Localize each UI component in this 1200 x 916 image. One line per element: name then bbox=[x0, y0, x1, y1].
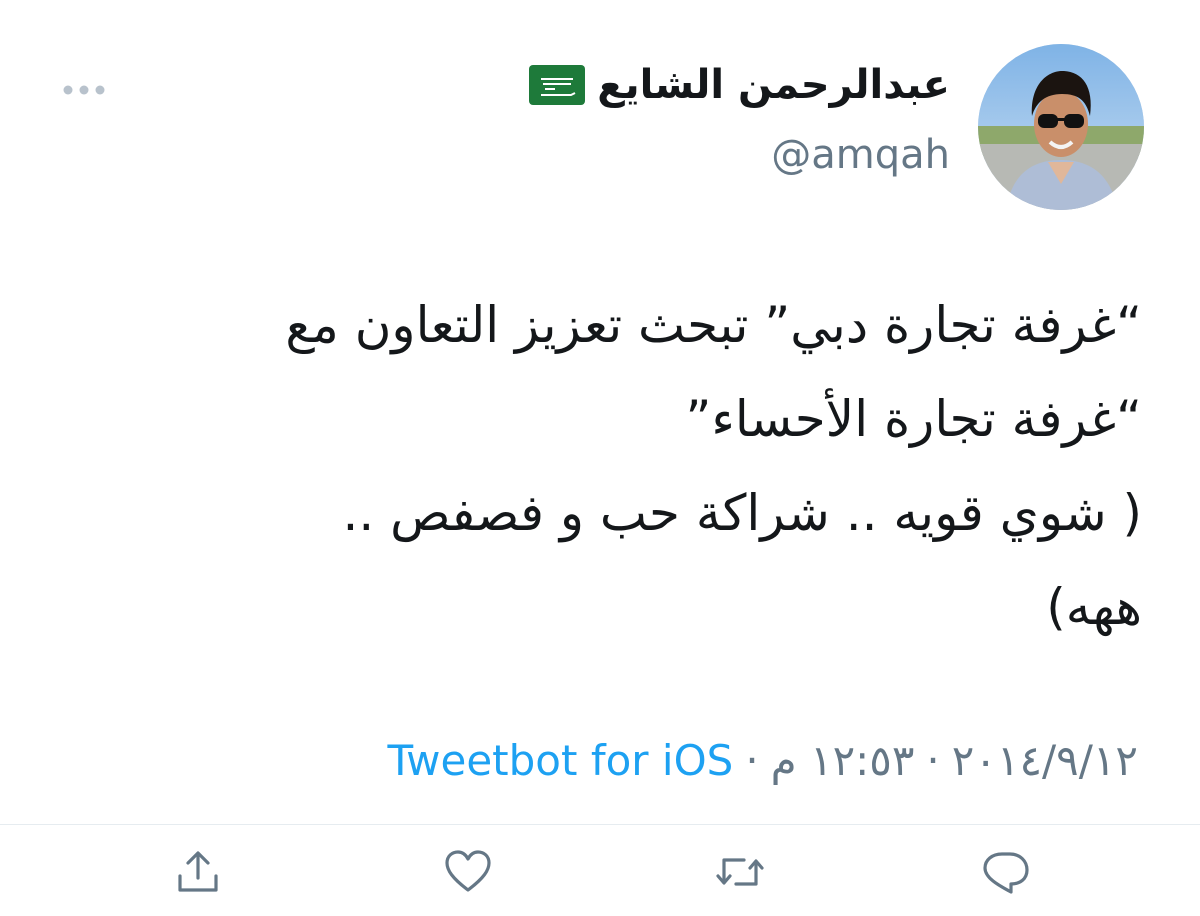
heart-icon bbox=[445, 850, 491, 892]
tweet-line: ههه) bbox=[1046, 578, 1142, 636]
display-name[interactable]: عبدالرحمن الشايع bbox=[597, 62, 950, 108]
meta-separator: · bbox=[745, 736, 759, 785]
divider bbox=[0, 824, 1200, 825]
retweet-icon bbox=[716, 858, 764, 886]
tweet-card: عبدالرحمن الشايع @amqah “غرفة تجارة دبي”… bbox=[0, 0, 1200, 916]
reply-button[interactable] bbox=[974, 842, 1038, 902]
tweet-date[interactable]: ٢٠١٤/٩/١٢ bbox=[952, 736, 1138, 785]
tweet-time[interactable]: ١٢:٥٣ م bbox=[771, 736, 915, 785]
tweet-line: “غرفة تجارة دبي” تبحث تعزيز التعاون مع bbox=[285, 296, 1142, 354]
user-handle[interactable]: @amqah bbox=[771, 132, 950, 178]
share-button[interactable] bbox=[166, 842, 230, 902]
saudi-arabia-flag-icon bbox=[529, 65, 586, 105]
author-name-row[interactable]: عبدالرحمن الشايع bbox=[529, 62, 950, 108]
tweet-actions bbox=[0, 842, 1200, 902]
tweet-line: “غرفة تجارة الأحساء” bbox=[685, 390, 1142, 448]
like-button[interactable] bbox=[436, 842, 500, 902]
reply-icon bbox=[983, 852, 1029, 894]
meta-separator: · bbox=[926, 736, 940, 785]
avatar-image bbox=[978, 44, 1144, 210]
tweet-meta: ٢٠١٤/٩/١٢ · ١٢:٥٣ م · Tweetbot for iOS bbox=[387, 736, 1138, 785]
avatar[interactable] bbox=[978, 44, 1144, 210]
more-options-icon[interactable] bbox=[62, 82, 106, 98]
tweet-text: “غرفة تجارة دبي” تبحث تعزيز التعاون مع “… bbox=[52, 278, 1142, 654]
tweet-source-link[interactable]: Tweetbot for iOS bbox=[387, 736, 733, 785]
share-icon bbox=[178, 851, 218, 892]
tweet-line: ( شوي قويه .. شراكة حب و فصفص .. bbox=[342, 484, 1143, 542]
retweet-button[interactable] bbox=[708, 842, 772, 902]
